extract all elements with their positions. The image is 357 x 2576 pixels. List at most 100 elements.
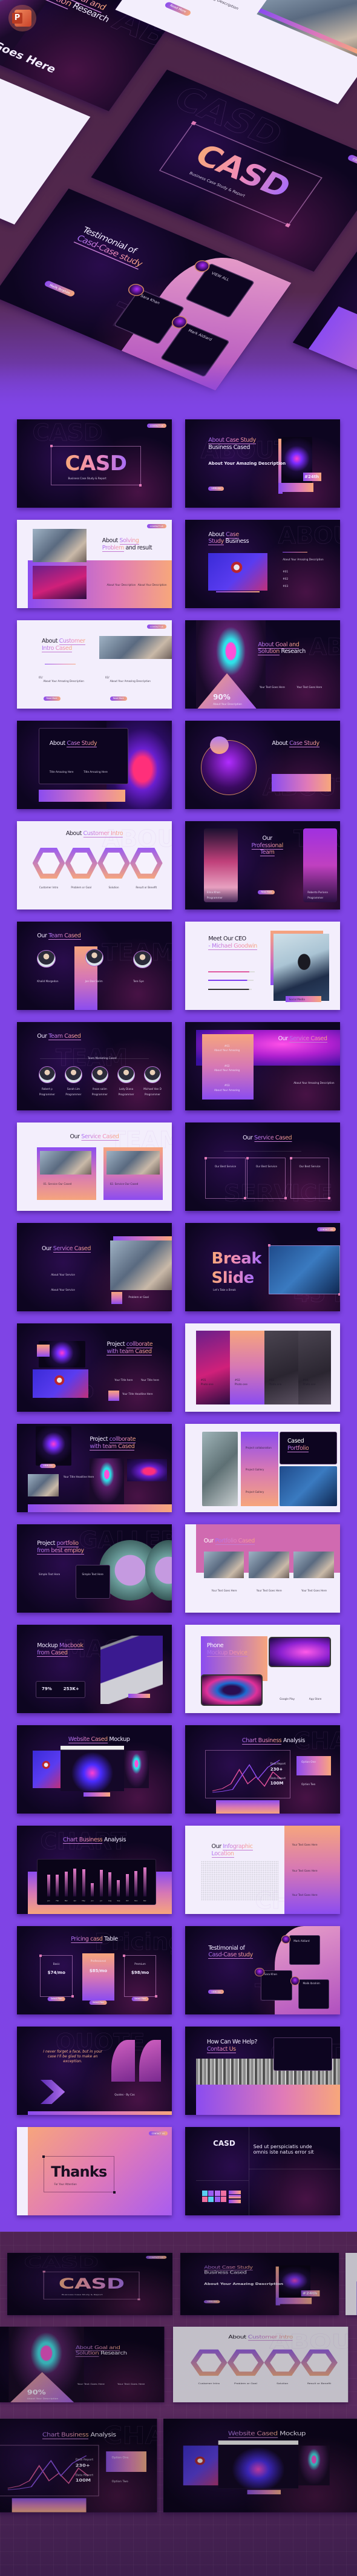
- title-text: About: [41, 638, 59, 645]
- slide-label: Photo one: [303, 1382, 316, 1386]
- map-shape: [200, 1861, 278, 1901]
- slide-button[interactable]: Read More: [258, 890, 275, 894]
- title-accent-text: About Case Study: [208, 437, 256, 445]
- slide-button[interactable]: Select Plan: [131, 1996, 149, 2001]
- slide-thumbnail: Website Cased Mockup: [17, 1725, 172, 1814]
- slide-label: #01: [224, 1044, 230, 1047]
- slide-title: Our Service Cased: [243, 1135, 292, 1142]
- title-accent-text: Service Cased: [254, 1135, 292, 1142]
- avatar-shape: [65, 1066, 82, 1083]
- slide-label: Let's Take a Break: [213, 1288, 236, 1292]
- month-label: Nov: [134, 1899, 138, 1902]
- slide-title: About Customer Intro Cased: [41, 638, 85, 652]
- slide-button[interactable]: CONTACT US: [147, 524, 166, 529]
- title-text: Project: [90, 1436, 110, 1443]
- slide-thumbnail: TEAMOurProfessionalTeamElina KhanProgram…: [185, 821, 340, 909]
- title-line: Contact Us: [206, 2045, 257, 2053]
- slide-label: Result or Benefit: [136, 885, 157, 889]
- slide-label: Your Text Goes Here: [292, 1843, 318, 1847]
- title-accent-text: About Goal and: [75, 2344, 120, 2352]
- slide-label: Programmer: [144, 1092, 161, 1096]
- title-line: Portfolio: [287, 1444, 309, 1452]
- slide-button[interactable]: Read More: [163, 1, 192, 17]
- month-label: Feb: [56, 1899, 59, 1902]
- slide-label: $74/mo: [47, 1970, 65, 1975]
- slide-label: Option Two: [111, 2479, 128, 2483]
- slide-button[interactable]: CONTACT US: [316, 1227, 336, 1232]
- slide-label: Quotes - By Cas: [114, 2093, 135, 2096]
- slide-button[interactable]: Read More: [110, 696, 127, 701]
- slide-label: #03: [283, 584, 289, 588]
- slide-label: About Your Amazing: [214, 1048, 240, 1052]
- panel-shape: [273, 2037, 333, 2071]
- slide-label: #24th: [304, 474, 319, 479]
- slide-button[interactable]: VIEW ALL: [40, 1463, 56, 1468]
- title-text: and result: [123, 544, 152, 551]
- hex-shape: [190, 2349, 228, 2376]
- slide-label: Your Text Goes Here: [77, 2382, 105, 2385]
- title-accent-text: Problem: [102, 544, 124, 552]
- slide-label: Problem or Goal: [128, 1295, 149, 1299]
- chartframe-shape: [205, 1749, 291, 1799]
- hex-shape: [32, 847, 65, 879]
- title-accent-text: Team: [260, 849, 275, 857]
- slide-label: Data Report: [75, 2473, 94, 2477]
- slide-button[interactable]: CONTACT US: [147, 424, 166, 428]
- slide-label: Thanks: [51, 2163, 107, 2180]
- slide-label: #02: [234, 1378, 240, 1381]
- title-line: About Case: [208, 531, 249, 539]
- title-text: Analysis: [88, 2431, 116, 2439]
- title-text: Our: [70, 1133, 82, 1140]
- slide-label: Programmer: [39, 1092, 55, 1096]
- slide-button[interactable]: Malik Ibrahim: [44, 280, 76, 298]
- chart-bar: [47, 1874, 50, 1897]
- slide-label: 01/: [38, 675, 43, 679]
- title-accent-text: Team Cased: [48, 932, 81, 940]
- slide-label: Project Gallery: [245, 1490, 264, 1493]
- slide-button[interactable]: Select Plan: [90, 2000, 107, 2005]
- chart-line: [7, 2455, 87, 2490]
- title-text: Business Cased: [204, 2270, 247, 2275]
- title-text: Our: [37, 1032, 49, 1040]
- slide-button[interactable]: VIEW ALL: [208, 1990, 224, 1994]
- slide-label: Sed ut perspiciatis unde omnis iste natu…: [253, 2143, 314, 2155]
- month-label: Jun: [91, 1899, 94, 1902]
- slide-button[interactable]: CONTACT US: [147, 624, 166, 629]
- title-line: About Customer: [41, 638, 85, 646]
- title-line: - Michael Goodwin: [208, 942, 257, 950]
- chart-bar: [91, 1883, 94, 1897]
- title-line: Project collborate: [90, 1436, 136, 1444]
- slide-thumbnail: CHARTChart Business AnalysisData Report2…: [185, 1725, 340, 1814]
- slide-button[interactable]: CONTACT US: [146, 2256, 167, 2260]
- gradv2-shape: [11, 2498, 87, 2512]
- slide-button[interactable]: VIEW ALL: [204, 2300, 220, 2304]
- title-accent-text: Solution: [258, 648, 280, 656]
- title-line: About Case Study: [208, 437, 256, 445]
- slide-button[interactable]: Select Plan: [47, 1996, 65, 2001]
- slide-label: Sarah Lim: [67, 1087, 80, 1091]
- title-line: Our Service Cased: [278, 1035, 327, 1043]
- slide-title: Chart Business Analysis: [42, 2431, 116, 2440]
- slide-thumbnail: QUOTE I never forget a face, but in your …: [17, 2027, 172, 2115]
- grad-shape: [216, 591, 260, 593]
- slide-label: About Your Amazing Description: [293, 1081, 335, 1084]
- dot-shape: [202, 2191, 208, 2196]
- slide-label: Data Report: [75, 2457, 94, 2462]
- slide-label: #01: [283, 570, 289, 574]
- dot-shape: [220, 2197, 226, 2203]
- slide-title: About Case Study Business: [208, 531, 249, 546]
- title-line: Solution Research: [75, 2350, 127, 2358]
- slide-title: Meet Our CEO - Michael Goodwin: [208, 936, 257, 950]
- slide-button[interactable]: Read More: [43, 696, 61, 701]
- slide-button[interactable]: VIEW ALL: [208, 486, 224, 491]
- slide-thumbnail: About Customer Intro Cased 01/02/About You…: [17, 620, 172, 709]
- slide-label: Your Text Goes Here: [117, 2382, 145, 2385]
- slide-label: Google Play: [280, 1697, 295, 1700]
- slide-button[interactable]: CONTACT US: [346, 154, 357, 171]
- slide-button[interactable]: CONTACT US: [148, 2131, 168, 2136]
- title-accent-text: Website Cased: [68, 1735, 108, 1743]
- hero-mockup-section: CASD CASD Business Case Study & Report CONT…: [0, 0, 357, 418]
- powerpoint-icon: P: [8, 5, 36, 31]
- slide-thumbnail: CHAROur InfographicLocationYour Text Goe…: [185, 1826, 340, 1914]
- dot-shape: [208, 2191, 214, 2196]
